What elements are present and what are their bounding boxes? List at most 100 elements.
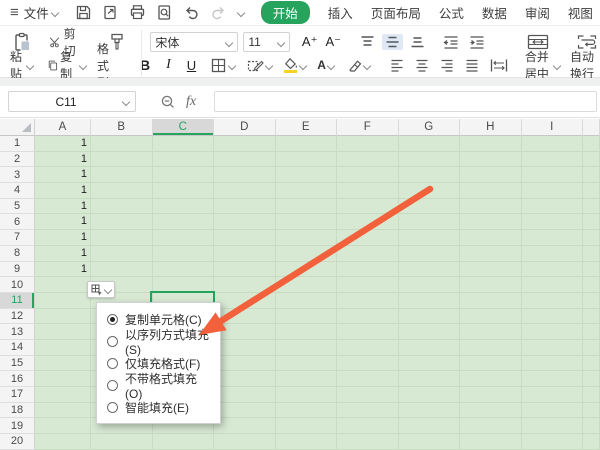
column-header-G[interactable]: G — [399, 119, 461, 136]
cell-G19[interactable] — [399, 418, 461, 434]
cell-E12[interactable] — [276, 309, 338, 325]
cell-D6[interactable] — [214, 214, 276, 230]
cell-F17[interactable] — [337, 387, 399, 403]
cell-G8[interactable] — [399, 246, 461, 262]
column-header-E[interactable]: E — [276, 119, 338, 136]
cell-I7[interactable] — [522, 230, 584, 246]
cell-A8[interactable]: 1 — [35, 246, 91, 262]
column-header-D[interactable]: D — [214, 119, 276, 136]
cell-I16[interactable] — [522, 371, 584, 387]
align-top-button[interactable] — [357, 34, 378, 50]
italic-button[interactable]: I — [164, 57, 173, 73]
cell-E1[interactable] — [276, 136, 338, 152]
cell-F3[interactable] — [337, 167, 399, 183]
draw-border-button[interactable] — [244, 57, 275, 74]
cell-H3[interactable] — [460, 167, 522, 183]
cell-A10[interactable] — [35, 277, 91, 293]
cell-A13[interactable] — [35, 324, 91, 340]
cell-B20[interactable] — [91, 434, 153, 450]
cell-I11[interactable] — [522, 293, 584, 309]
cell-F6[interactable] — [337, 214, 399, 230]
row-header-12[interactable]: 12 — [0, 309, 35, 325]
cell-H13[interactable] — [460, 324, 522, 340]
cell-E13[interactable] — [276, 324, 338, 340]
cell-E14[interactable] — [276, 340, 338, 356]
merge-center-button[interactable]: 合并居中 — [523, 48, 560, 82]
cell-C1[interactable] — [153, 136, 215, 152]
cell-D12[interactable] — [214, 309, 276, 325]
cell-E8[interactable] — [276, 246, 338, 262]
cell-F9[interactable] — [337, 262, 399, 278]
cell-G11[interactable] — [399, 293, 461, 309]
cell-H16[interactable] — [460, 371, 522, 387]
cell-I10[interactable] — [522, 277, 584, 293]
cell-D20[interactable] — [214, 434, 276, 450]
cell-E16[interactable] — [276, 371, 338, 387]
cell-D1[interactable] — [214, 136, 276, 152]
cell-C9[interactable] — [153, 262, 215, 278]
export-button[interactable] — [102, 4, 120, 22]
cell-B2[interactable] — [91, 152, 153, 168]
cell-E5[interactable] — [276, 199, 338, 215]
row-header-9[interactable]: 9 — [0, 262, 35, 278]
cell-A4[interactable]: 1 — [35, 183, 91, 199]
row-header-17[interactable]: 17 — [0, 387, 35, 403]
cell-G1[interactable] — [399, 136, 461, 152]
align-right-button[interactable] — [437, 58, 457, 73]
cell-G15[interactable] — [399, 356, 461, 372]
cell-G12[interactable] — [399, 309, 461, 325]
cell-H20[interactable] — [460, 434, 522, 450]
align-justify-button[interactable] — [462, 58, 482, 73]
cell-D9[interactable] — [214, 262, 276, 278]
font-size-select[interactable]: 11 — [243, 32, 290, 52]
font-name-select[interactable]: 宋体 — [150, 32, 238, 52]
underline-button[interactable]: U — [185, 58, 198, 73]
row-header-2[interactable]: 2 — [0, 152, 35, 168]
cell-B4[interactable] — [91, 183, 153, 199]
cell-H6[interactable] — [460, 214, 522, 230]
cell-F12[interactable] — [337, 309, 399, 325]
cell-F8[interactable] — [337, 246, 399, 262]
cell-H7[interactable] — [460, 230, 522, 246]
decrease-font-button[interactable]: A⁻ — [323, 34, 343, 50]
cell-I4[interactable] — [522, 183, 584, 199]
tab-home[interactable]: 开始 — [261, 1, 310, 24]
tab-formulas[interactable]: 公式 — [439, 3, 464, 22]
paste-button[interactable]: 粘贴 — [8, 48, 33, 82]
cell-G5[interactable] — [399, 199, 461, 215]
cell-B7[interactable] — [91, 230, 153, 246]
decrease-indent-button[interactable] — [440, 34, 462, 50]
cell-D11[interactable] — [214, 293, 276, 309]
cell-C2[interactable] — [153, 152, 215, 168]
cell-G13[interactable] — [399, 324, 461, 340]
cell-F13[interactable] — [337, 324, 399, 340]
cell-A18[interactable] — [35, 403, 91, 419]
cell-F15[interactable] — [337, 356, 399, 372]
cell-E20[interactable] — [276, 434, 338, 450]
cell-I18[interactable] — [522, 403, 584, 419]
cell-I14[interactable] — [522, 340, 584, 356]
cell-G2[interactable] — [399, 152, 461, 168]
cell-E10[interactable] — [276, 277, 338, 293]
increase-font-button[interactable]: A⁺ — [300, 34, 320, 50]
cell-A3[interactable]: 1 — [35, 167, 91, 183]
cell-A20[interactable] — [35, 434, 91, 450]
cell-B9[interactable] — [91, 262, 153, 278]
tab-data[interactable]: 数据 — [482, 3, 507, 22]
column-header-C[interactable]: C — [153, 119, 215, 136]
cell-H17[interactable] — [460, 387, 522, 403]
cell-E4[interactable] — [276, 183, 338, 199]
row-header-19[interactable]: 19 — [0, 418, 35, 434]
cell-E2[interactable] — [276, 152, 338, 168]
cell-A1[interactable]: 1 — [35, 136, 91, 152]
cell-F7[interactable] — [337, 230, 399, 246]
cell-E18[interactable] — [276, 403, 338, 419]
cell-D3[interactable] — [214, 167, 276, 183]
row-header-16[interactable]: 16 — [0, 371, 35, 387]
row-header-13[interactable]: 13 — [0, 324, 35, 340]
cell-A7[interactable]: 1 — [35, 230, 91, 246]
formula-input[interactable] — [214, 91, 597, 112]
cell-I1[interactable] — [522, 136, 584, 152]
cell-E6[interactable] — [276, 214, 338, 230]
row-header-11[interactable]: 11 — [0, 293, 35, 309]
